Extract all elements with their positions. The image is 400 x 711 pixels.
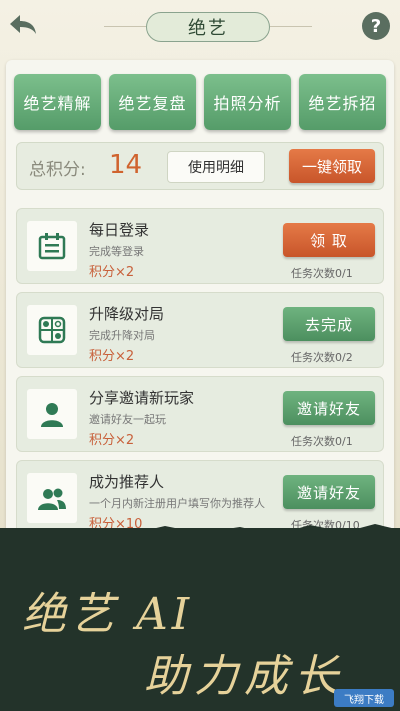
tab-fupan[interactable]: 绝艺复盘 (109, 74, 196, 130)
invite-friend-button[interactable]: 邀请好友 (283, 391, 375, 425)
person-icon (41, 403, 63, 427)
task-icon-box (27, 389, 77, 439)
task-desc: 完成等登录 (89, 245, 144, 258)
help-icon: ? (370, 15, 382, 37)
back-button[interactable] (6, 10, 40, 38)
page-title: 绝艺 (146, 12, 270, 42)
slogan-line-1: 绝艺 AI (22, 589, 194, 640)
title-divider-left (104, 26, 146, 27)
task-icon-box (27, 221, 77, 271)
title-divider-right (270, 26, 312, 27)
task-points: 积分×2 (89, 349, 135, 364)
people-icon (38, 488, 66, 510)
back-arrow-icon (10, 15, 36, 34)
task-title: 每日登录 (89, 221, 150, 239)
task-title: 分享邀请新玩家 (89, 389, 195, 407)
task-card-ranked-match: 升降级对局 完成升降对局 积分×2 去完成 任务次数0/2 (16, 292, 384, 368)
task-count: 任务次数0/1 (291, 267, 353, 280)
app-screen: 绝艺 ? 绝艺精解 绝艺复盘 拍照分析 绝艺拆招 总积分: 14 使用明细 一键… (0, 0, 400, 711)
help-button[interactable]: ? (362, 12, 390, 40)
task-card-invite-player: 分享邀请新玩家 邀请好友一起玩 积分×2 邀请好友 任务次数0/1 (16, 376, 384, 452)
task-count: 任务次数0/1 (291, 435, 353, 448)
score-bar: 总积分: 14 使用明细 一键领取 (16, 142, 384, 190)
header: 绝艺 ? (0, 0, 400, 56)
task-icon-box (27, 305, 77, 355)
tab-jingjie[interactable]: 绝艺精解 (14, 74, 101, 130)
board-icon (38, 316, 66, 344)
task-icon-box (27, 473, 77, 523)
calendar-icon (38, 233, 66, 260)
tab-chaizhao[interactable]: 绝艺拆招 (299, 74, 386, 130)
score-value: 14 (109, 150, 143, 180)
task-title: 升降级对局 (89, 305, 165, 323)
claim-button[interactable]: 领 取 (283, 223, 375, 257)
slogan-line-2: 助力成长 (144, 651, 344, 702)
claim-all-button[interactable]: 一键领取 (289, 149, 375, 183)
task-card-daily-login: 每日登录 完成等登录 积分×2 领 取 任务次数0/1 (16, 208, 384, 284)
task-desc: 一个月内新注册用户填写你为推荐人 (89, 497, 265, 510)
watermark-logo: 飞翔下载 (334, 689, 394, 707)
task-points: 积分×2 (89, 433, 135, 448)
feature-tabs: 绝艺精解 绝艺复盘 拍照分析 绝艺拆招 (14, 74, 386, 130)
invite-friend-button[interactable]: 邀请好友 (283, 475, 375, 509)
score-label: 总积分: (29, 160, 86, 180)
main-panel: 绝艺精解 绝艺复盘 拍照分析 绝艺拆招 总积分: 14 使用明细 一键领取 每日… (6, 60, 394, 540)
task-title: 成为推荐人 (89, 473, 165, 491)
task-points: 积分×2 (89, 265, 135, 280)
task-desc: 邀请好友一起玩 (89, 413, 166, 426)
usage-detail-button[interactable]: 使用明细 (167, 151, 265, 183)
task-count: 任务次数0/2 (291, 351, 353, 364)
go-complete-button[interactable]: 去完成 (283, 307, 375, 341)
tab-paizhao[interactable]: 拍照分析 (204, 74, 291, 130)
task-desc: 完成升降对局 (89, 329, 155, 342)
